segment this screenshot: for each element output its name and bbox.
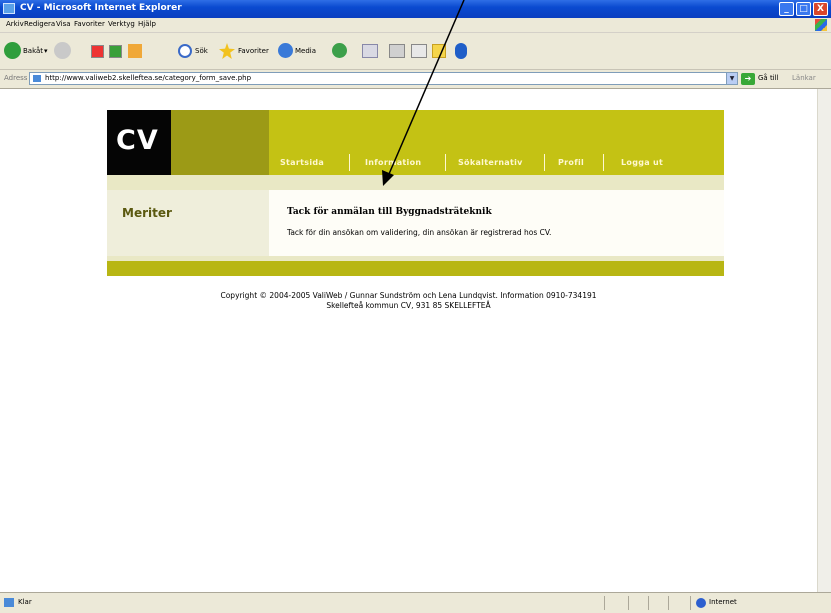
menu-favoriter[interactable]: Favoriter: [74, 20, 105, 28]
search-label[interactable]: Sök: [195, 47, 208, 55]
forward-icon[interactable]: [54, 42, 71, 59]
nav-profil[interactable]: Profil: [558, 158, 584, 167]
address-url[interactable]: http://www.valiweb2.skelleftea.se/catego…: [45, 74, 251, 82]
minimize-button[interactable]: _: [779, 2, 794, 16]
side-panel: Meriter: [107, 190, 269, 256]
go-button[interactable]: Gå till: [758, 74, 779, 82]
nav-logga-ut[interactable]: Logga ut: [621, 158, 663, 167]
media-label[interactable]: Media: [295, 47, 316, 55]
back-label[interactable]: Bakåt: [23, 47, 43, 55]
menu-hjalp[interactable]: Hjälp: [138, 20, 156, 28]
nav-information[interactable]: Information: [365, 158, 421, 167]
ie-icon: [3, 3, 15, 14]
side-title: Meriter: [122, 206, 172, 220]
site-footer-band: [107, 261, 724, 276]
site-nav: Startsida Information Sökalternativ Prof…: [269, 110, 724, 175]
history-icon[interactable]: [332, 43, 347, 58]
refresh-icon[interactable]: [109, 45, 122, 58]
toolbar: Bakåt ▾ Sök Favoriter Media: [0, 33, 831, 70]
status-divider: [628, 596, 629, 610]
nav-sokalternativ[interactable]: Sökalternativ: [458, 158, 523, 167]
menu-bar: Arkiv Redigera Visa Favoriter Verktyg Hj…: [0, 18, 831, 33]
stop-icon[interactable]: [91, 45, 104, 58]
nav-separator: [445, 154, 446, 171]
edit-icon[interactable]: [411, 44, 427, 58]
status-divider: [690, 596, 691, 610]
status-divider: [604, 596, 605, 610]
message-body: Tack för din ansökan om validering, din …: [287, 228, 552, 237]
mail-icon[interactable]: [362, 44, 378, 58]
messenger-icon[interactable]: [432, 44, 446, 58]
home-icon[interactable]: [128, 44, 142, 58]
menu-visa[interactable]: Visa: [56, 20, 71, 28]
back-icon[interactable]: [4, 42, 21, 59]
copyright-line-1: Copyright © 2004-2005 ValiWeb / Gunnar S…: [220, 291, 597, 300]
nav-separator: [544, 154, 545, 171]
page-status-icon: [4, 598, 14, 607]
bluetooth-icon[interactable]: [455, 43, 467, 59]
favorites-icon[interactable]: [219, 43, 235, 59]
menu-arkiv[interactable]: Arkiv: [6, 20, 24, 28]
links-button[interactable]: Länkar: [792, 74, 816, 82]
status-text: Klar: [18, 598, 32, 606]
site-logo-area: CV: [107, 110, 269, 175]
page-icon: [33, 75, 41, 82]
copyright-line-2: Skellefteå kommun CV, 931 85 SKELLEFTEÅ: [326, 301, 491, 310]
close-button[interactable]: X: [813, 2, 828, 16]
window-title: CV - Microsoft Internet Explorer: [20, 3, 182, 13]
status-divider: [648, 596, 649, 610]
site-logo: CV: [116, 125, 159, 156]
print-icon[interactable]: [389, 44, 405, 58]
maximize-button[interactable]: □: [796, 2, 811, 16]
status-bar: Klar Internet: [0, 592, 831, 613]
media-icon[interactable]: [278, 43, 293, 58]
address-dropdown-icon[interactable]: ▼: [726, 72, 738, 85]
go-arrow-icon[interactable]: ➔: [741, 73, 755, 85]
menu-redigera[interactable]: Redigera: [24, 20, 55, 28]
favorites-label[interactable]: Favoriter: [238, 47, 269, 55]
search-icon[interactable]: [178, 44, 192, 58]
status-divider: [668, 596, 669, 610]
nav-separator: [349, 154, 350, 171]
windows-logo-icon: [815, 19, 827, 31]
vertical-scrollbar[interactable]: [817, 89, 831, 592]
address-label: Adress: [4, 74, 28, 82]
site-subbar: [107, 175, 724, 190]
address-bar: Adress http://www.valiweb2.skelleftea.se…: [0, 70, 831, 89]
title-bar: CV - Microsoft Internet Explorer _ □ X: [0, 0, 831, 18]
zone-text: Internet: [709, 598, 737, 606]
nav-startsida[interactable]: Startsida: [280, 158, 324, 167]
nav-separator: [603, 154, 604, 171]
menu-verktyg[interactable]: Verktyg: [108, 20, 135, 28]
internet-zone-icon: [696, 598, 706, 608]
message-heading: Tack för anmälan till Byggnadsträteknik: [287, 207, 492, 217]
back-dropdown-icon[interactable]: ▾: [44, 47, 48, 55]
logo-box: CV: [107, 110, 171, 175]
content-area: Meriter Tack för anmälan till Byggnadstr…: [107, 190, 724, 256]
address-input[interactable]: http://www.valiweb2.skelleftea.se/catego…: [29, 72, 734, 85]
